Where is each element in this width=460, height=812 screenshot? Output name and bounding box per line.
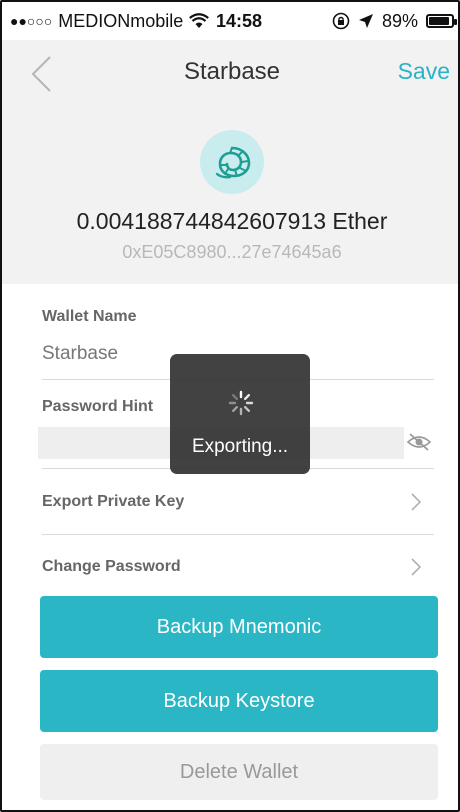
- wallet-avatar: [200, 130, 264, 194]
- rotation-lock-icon: [332, 12, 350, 30]
- carrier-name: MEDIONmobile: [58, 10, 184, 31]
- battery-percent: 89%: [381, 10, 418, 31]
- nautilus-shell-icon: [215, 146, 251, 179]
- wallet-name-field[interactable]: Starbase: [42, 343, 118, 365]
- loading-spinner-icon: [228, 390, 254, 416]
- exporting-toast: Exporting...: [170, 354, 310, 474]
- battery-fill: [429, 17, 449, 25]
- chevron-right-icon: [411, 493, 422, 511]
- page-title: Starbase: [183, 58, 281, 85]
- change-password-label: Change Password: [42, 558, 181, 575]
- status-right-group: 89%: [332, 10, 457, 32]
- backup-mnemonic-button[interactable]: Backup Mnemonic: [40, 596, 438, 658]
- location-arrow-icon: [358, 14, 373, 28]
- wallet-address[interactable]: 0xE05C8980...27e74645a6: [2, 242, 458, 263]
- exporting-label: Exporting...: [191, 436, 289, 457]
- wallet-header: Starbase Save 0.004188744842607913 Ether…: [2, 40, 458, 284]
- navigation-bar: Starbase Save: [2, 40, 458, 104]
- wifi-icon: [189, 13, 210, 28]
- delete-wallet-button[interactable]: Delete Wallet: [40, 744, 438, 800]
- wallet-balance: 0.004188744842607913 Ether: [76, 208, 388, 234]
- eye-hidden-icon[interactable]: [406, 432, 432, 452]
- signal-strength-dots: ●●○○○: [10, 13, 53, 29]
- save-button[interactable]: Save: [398, 58, 450, 85]
- backup-keystore-button[interactable]: Backup Keystore: [40, 670, 438, 732]
- chevron-right-icon: [411, 558, 422, 576]
- battery-icon: [426, 14, 457, 28]
- status-bar: ●●○○○ MEDIONmobile 14:58 89%: [2, 2, 458, 40]
- status-time: 14:58: [216, 10, 263, 31]
- password-hint-label: Password Hint: [42, 398, 154, 415]
- export-private-key-label: Export Private Key: [42, 493, 185, 510]
- divider: [42, 534, 434, 535]
- wallet-name-label: Wallet Name: [42, 308, 137, 325]
- carrier-group: ●●○○○ MEDIONmobile: [10, 10, 210, 32]
- phone-screen: ●●○○○ MEDIONmobile 14:58 89% Starbase Sa…: [0, 0, 460, 812]
